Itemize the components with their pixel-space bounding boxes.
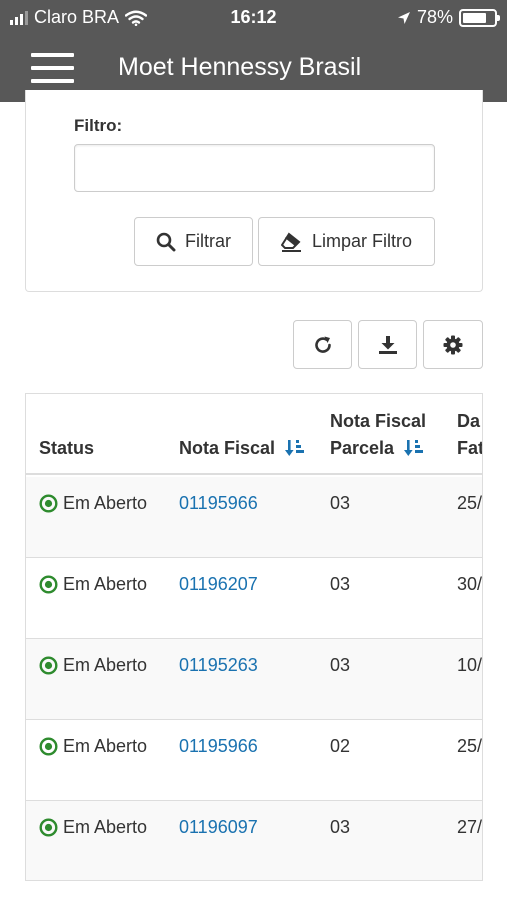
table-row[interactable]: Em Aberto 01195966 02 25/ xyxy=(26,720,483,801)
column-header-data-line1: Da xyxy=(457,411,481,431)
status-open-icon xyxy=(39,656,58,675)
refresh-icon xyxy=(314,336,331,353)
data-faturamento-cell: 10/ xyxy=(457,655,483,675)
parcela-cell: 03 xyxy=(330,493,351,513)
column-header-nota-fiscal-label: Nota Fiscal xyxy=(179,438,276,458)
status-open-icon xyxy=(39,818,58,837)
status-bar: Claro BRA 16:12 78% xyxy=(0,0,507,34)
filter-button[interactable]: Filtrar xyxy=(134,217,253,266)
battery-icon xyxy=(459,8,500,27)
filter-label: Filtro: xyxy=(74,116,123,135)
nota-fiscal-link[interactable]: 01195966 xyxy=(179,736,258,757)
status-text: Em Aberto xyxy=(63,736,148,756)
parcela-cell: 03 xyxy=(330,817,351,837)
status-cell: Em Aberto xyxy=(39,736,147,757)
status-open-icon xyxy=(39,737,58,756)
status-text: Em Aberto xyxy=(63,493,148,513)
status-right: 78% xyxy=(397,7,500,28)
battery-percent: 78% xyxy=(416,7,453,27)
clear-filter-button[interactable]: Limpar Filtro xyxy=(258,217,435,266)
nota-fiscal-link[interactable]: 01196207 xyxy=(179,574,258,595)
status-cell: Em Aberto xyxy=(39,817,147,838)
status-cell: Em Aberto xyxy=(39,493,147,514)
status-open-icon xyxy=(39,494,58,513)
table-header: Status Nota Fiscal Nota Fiscal Parcela D… xyxy=(26,394,483,475)
nota-fiscal-link[interactable]: 01195263 xyxy=(179,655,258,676)
data-faturamento-cell: 27/ xyxy=(457,817,483,837)
refresh-button[interactable] xyxy=(293,320,352,369)
data-faturamento-cell: 25/ xyxy=(457,736,483,756)
column-header-data-line2: Fat xyxy=(457,438,483,458)
column-header-status[interactable]: Status xyxy=(39,435,94,462)
column-header-nota-fiscal[interactable]: Nota Fiscal xyxy=(179,435,305,462)
data-faturamento-cell: 25/ xyxy=(457,493,483,513)
column-header-parcela-line2: Parcela xyxy=(330,438,395,458)
table-row[interactable]: Em Aberto 01196207 03 30/ xyxy=(26,558,483,639)
data-faturamento-cell: 30/ xyxy=(457,574,483,594)
download-icon xyxy=(378,335,397,354)
filter-button-label: Filtrar xyxy=(185,231,231,251)
app-title: Moet Hennessy Brasil xyxy=(118,53,362,81)
parcela-cell: 03 xyxy=(330,655,351,675)
status-open-icon xyxy=(39,575,58,594)
status-text: Em Aberto xyxy=(63,655,148,675)
sort-icon[interactable] xyxy=(404,439,424,457)
parcela-cell: 02 xyxy=(330,736,351,756)
gear-icon xyxy=(443,335,463,354)
column-header-parcela-line1: Nota Fiscal xyxy=(330,411,427,431)
column-header-parcela-line2-wrap: Parcela xyxy=(330,435,426,462)
nota-fiscal-link[interactable]: 01195966 xyxy=(179,493,258,514)
parcela-cell: 03 xyxy=(330,574,351,594)
nota-fiscal-link[interactable]: 01196097 xyxy=(179,817,258,838)
status-text: Em Aberto xyxy=(63,817,148,837)
status-cell: Em Aberto xyxy=(39,574,147,595)
settings-button[interactable] xyxy=(423,320,483,369)
download-button[interactable] xyxy=(358,320,417,369)
location-arrow-icon xyxy=(397,11,410,24)
eraser-icon xyxy=(280,232,301,252)
table-row[interactable]: Em Aberto 01196097 03 27/ xyxy=(26,801,483,880)
table-row[interactable]: Em Aberto 01195966 03 25/ xyxy=(26,477,483,558)
clear-filter-button-label: Limpar Filtro xyxy=(311,231,413,251)
search-icon xyxy=(156,232,176,251)
battery-fill xyxy=(463,12,487,23)
filter-panel: Filtro: Filtrar Limpar Filtro xyxy=(25,90,483,292)
invoice-table: Status Nota Fiscal Nota Fiscal Parcela D… xyxy=(25,393,483,881)
column-header-parcela[interactable]: Nota Fiscal Parcela xyxy=(330,408,426,462)
sort-icon[interactable] xyxy=(285,439,305,457)
table-row[interactable]: Em Aberto 01195263 03 10/ xyxy=(26,639,483,720)
filter-input[interactable] xyxy=(74,144,435,192)
status-cell: Em Aberto xyxy=(39,655,147,676)
status-text: Em Aberto xyxy=(63,574,148,594)
hamburger-menu-icon[interactable] xyxy=(31,53,74,83)
column-header-data-faturamento[interactable]: Da Fat xyxy=(457,408,483,462)
